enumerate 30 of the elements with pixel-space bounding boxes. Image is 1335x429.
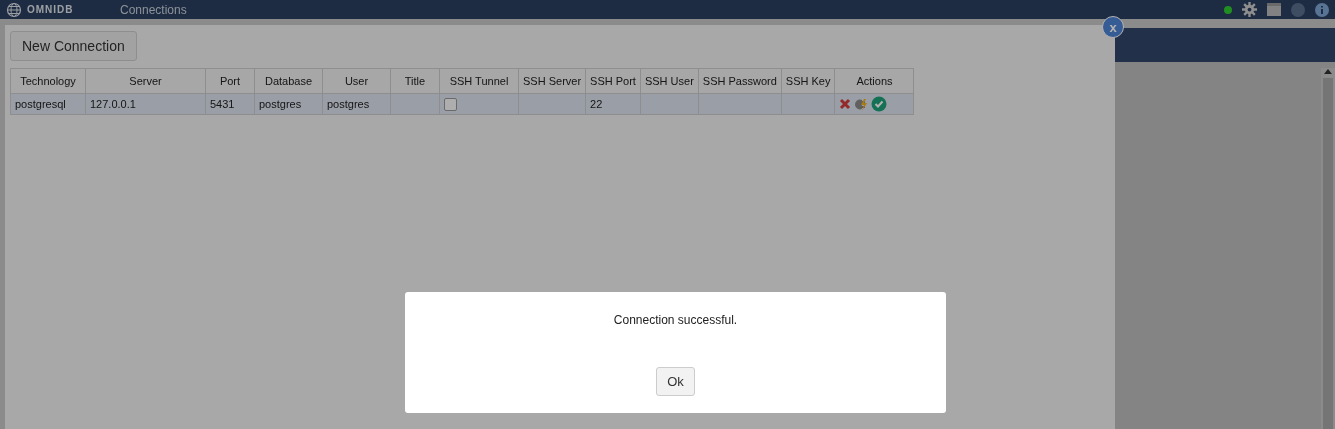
column-header: SSH Server xyxy=(518,68,586,94)
table-cell: postgresql xyxy=(10,93,86,115)
new-connection-button[interactable]: New Connection xyxy=(10,31,137,61)
column-header: SSH Tunnel xyxy=(439,68,519,94)
column-header: SSH User xyxy=(640,68,699,94)
column-header: Port xyxy=(205,68,255,94)
app-logo: OMNIDB xyxy=(27,4,74,15)
column-header: SSH Key xyxy=(781,68,835,94)
column-header: SSH Password xyxy=(698,68,782,94)
dialog-message: Connection successful. xyxy=(613,313,738,327)
scrollbar[interactable] xyxy=(1321,68,1335,429)
column-header: Title xyxy=(390,68,440,94)
settings-icon[interactable] xyxy=(1242,2,1257,17)
delete-icon[interactable] xyxy=(839,98,852,110)
column-header: Server xyxy=(85,68,206,94)
column-header: SSH Port xyxy=(585,68,641,94)
status-dot-icon xyxy=(1224,5,1232,14)
column-header: User xyxy=(322,68,391,94)
avatar-icon[interactable] xyxy=(1291,2,1305,17)
check-circle-icon[interactable] xyxy=(871,96,888,112)
column-header: Database xyxy=(254,68,323,94)
nav-tab[interactable]: Connections xyxy=(120,2,187,17)
column-header: Technology xyxy=(10,68,86,94)
globe-icon xyxy=(6,1,22,18)
checkbox[interactable] xyxy=(444,97,457,111)
scroll-up-icon[interactable] xyxy=(1324,68,1332,74)
ok-button[interactable]: Ok xyxy=(656,367,695,396)
column-header: Actions xyxy=(834,68,914,94)
info-icon[interactable] xyxy=(1315,2,1329,17)
plug-lightning-icon[interactable] xyxy=(853,96,870,112)
